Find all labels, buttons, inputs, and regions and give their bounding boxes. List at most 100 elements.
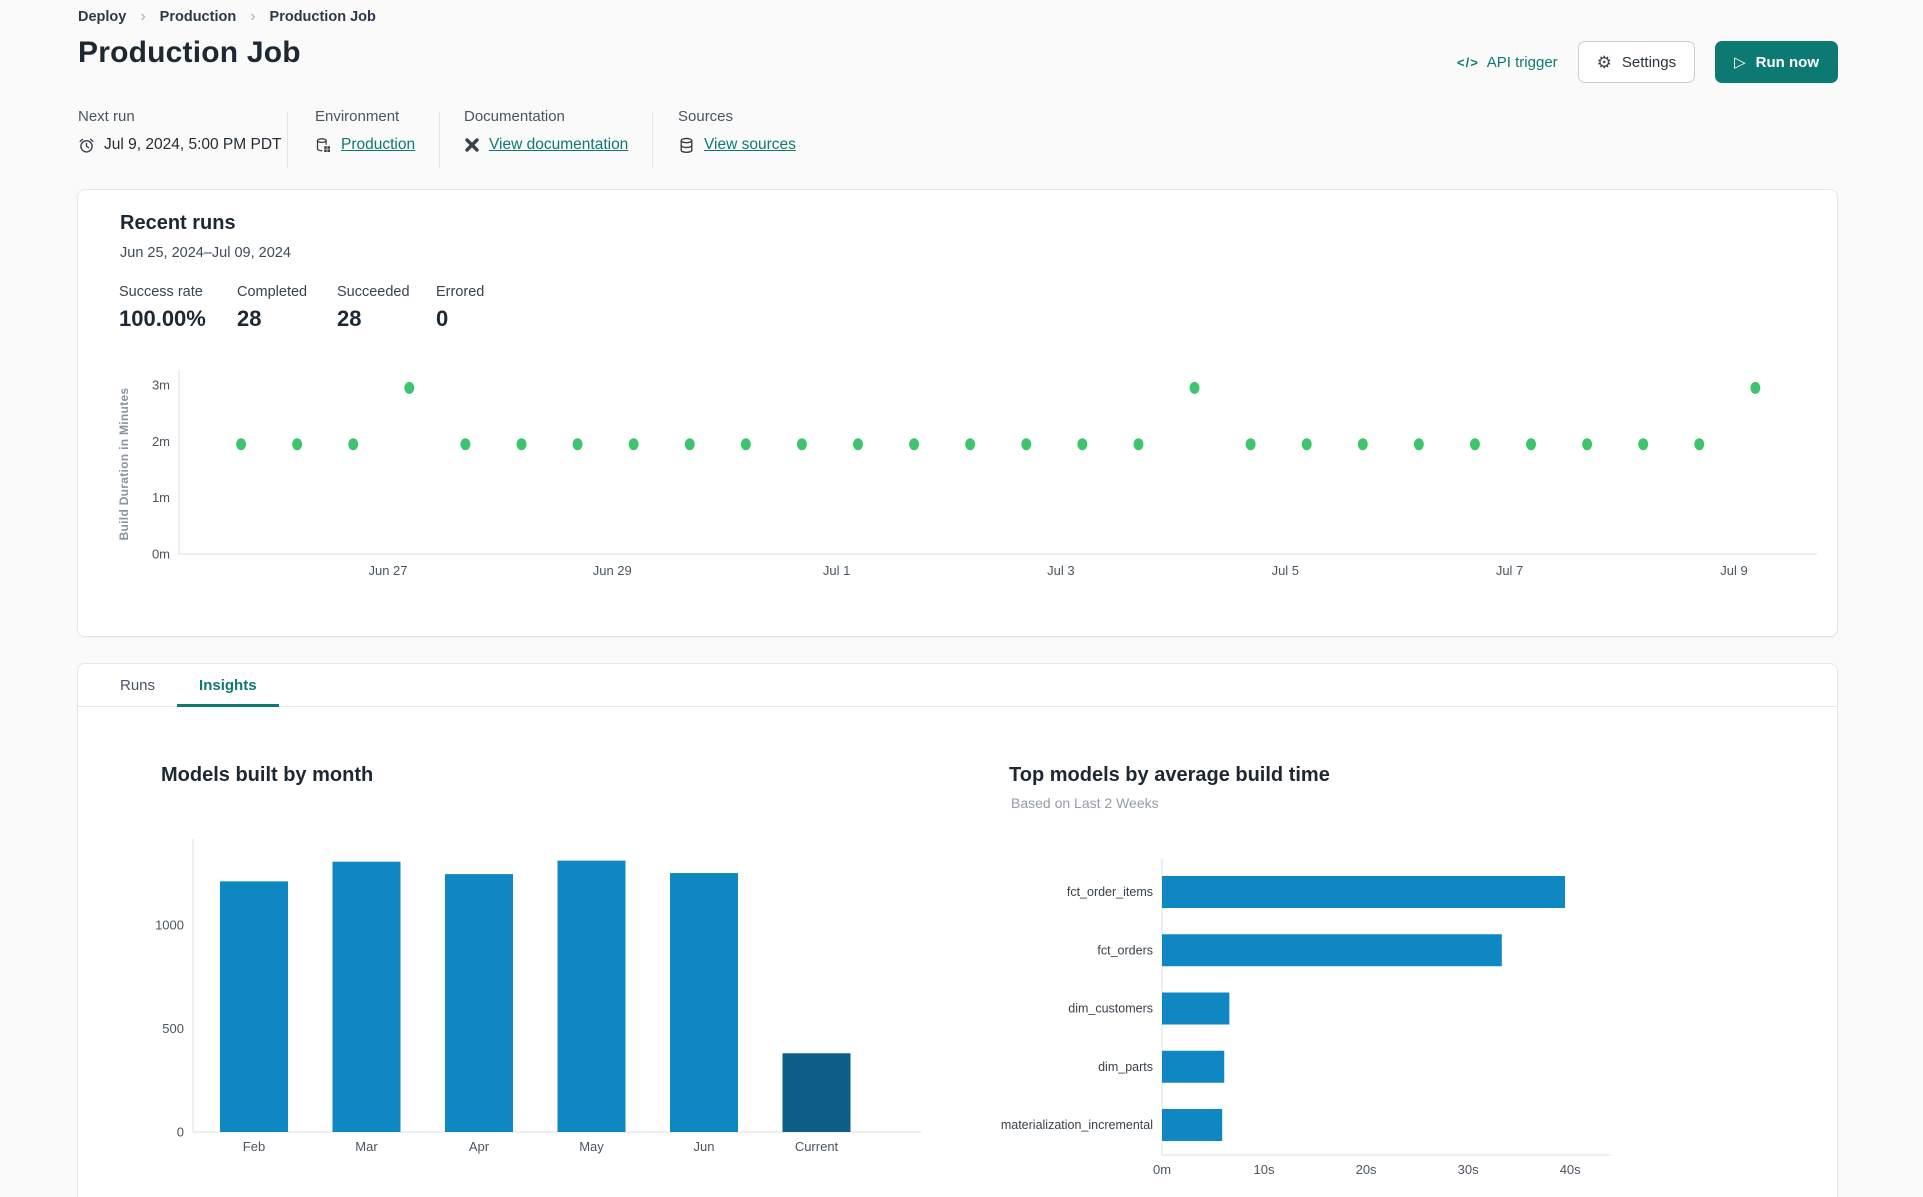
x-tick-label: Jun 29 [593, 563, 632, 578]
play-icon: ▷ [1734, 54, 1746, 71]
settings-label: Settings [1621, 53, 1677, 71]
environment-label: Environment [315, 108, 400, 125]
model-name-label: dim_customers [1068, 1002, 1153, 1016]
build-duration-scatter-chart: 3m 2m 1m 0m Jun 27 Jun 29 Jul 1 Jul 3 Jul 5 Jul 7… [141, 369, 1831, 584]
divider [652, 112, 653, 168]
recent-runs-title: Recent runs [120, 212, 236, 234]
run-scatter-point[interactable] [236, 438, 247, 451]
breadcrumb-item-current: Production Job [269, 9, 376, 25]
y-tick-label: 500 [162, 1021, 184, 1036]
scatter-y-axis-label: Build Duration in Minutes [117, 387, 131, 541]
x-category-label: Jun [694, 1139, 715, 1154]
tab-insights[interactable]: Insights [177, 664, 279, 707]
models-by-month-title: Models built by month [161, 764, 374, 786]
environment-link[interactable]: Production [341, 136, 415, 154]
month-bar [445, 874, 513, 1132]
view-documentation-link[interactable]: View documentation [489, 136, 628, 154]
x-category-label: Mar [355, 1139, 378, 1154]
stat-value: 28 [237, 306, 262, 331]
run-scatter-point[interactable] [1189, 381, 1200, 394]
run-scatter-point[interactable] [909, 438, 920, 451]
y-tick-label: 3m [152, 378, 170, 393]
tab-runs[interactable]: Runs [98, 664, 177, 707]
y-tick-label: 1000 [155, 917, 184, 932]
run-scatter-point[interactable] [684, 438, 695, 451]
model-name-label: fct_order_items [1067, 885, 1153, 899]
x-tick-label: 0m [1153, 1162, 1171, 1177]
run-scatter-point[interactable] [1245, 438, 1256, 451]
run-now-button[interactable]: ▷ Run now [1715, 41, 1838, 83]
models-by-month-chart: 0 500 1000 Feb Mar Apr May Jun Current [151, 831, 946, 1191]
run-scatter-point[interactable] [1357, 438, 1368, 451]
stat-label: Succeeded [337, 284, 410, 300]
run-scatter-point[interactable] [516, 438, 527, 451]
stat-label: Completed [237, 284, 308, 300]
month-bar [670, 873, 738, 1132]
run-scatter-point[interactable] [740, 438, 751, 451]
settings-button[interactable]: ⚙ Settings [1577, 41, 1696, 83]
run-scatter-point[interactable] [1021, 438, 1032, 451]
x-tick-label: Jul 1 [823, 563, 850, 578]
x-tick-label: 10s [1254, 1162, 1275, 1177]
stat-completed: Completed 28 [237, 284, 307, 332]
month-bar [332, 861, 401, 1132]
x-tick-label: Jul 7 [1496, 563, 1523, 578]
run-scatter-point[interactable] [460, 438, 471, 451]
run-scatter-point[interactable] [1750, 381, 1761, 394]
run-scatter-point[interactable] [628, 438, 639, 451]
x-category-label: Current [795, 1139, 839, 1154]
run-scatter-point[interactable] [1694, 438, 1705, 451]
database-icon [680, 137, 693, 153]
run-scatter-point[interactable] [965, 438, 976, 451]
x-category-label: May [579, 1139, 604, 1154]
recent-runs-date-range: Jun 25, 2024–Jul 09, 2024 [120, 245, 291, 261]
run-scatter-point[interactable] [1638, 438, 1649, 451]
run-scatter-point[interactable] [853, 438, 864, 451]
run-scatter-point[interactable] [1413, 438, 1424, 451]
run-scatter-point[interactable] [1582, 438, 1593, 451]
y-tick-label: 0m [152, 547, 170, 562]
breadcrumb-item-deploy[interactable]: Deploy [78, 9, 126, 25]
run-scatter-point[interactable] [1133, 438, 1144, 451]
run-scatter-point[interactable] [1469, 438, 1480, 451]
top-models-chart: 0m 10s 20s 30s 40s fct_order_items fct_ordersd… [981, 841, 1681, 1191]
run-scatter-point[interactable] [796, 438, 807, 451]
recent-runs-card: Recent runs Jun 25, 2024–Jul 09, 2024 Su… [77, 189, 1838, 637]
stat-succeeded: Succeeded 28 [337, 284, 410, 332]
chevron-right-icon: › [140, 8, 146, 25]
page-title: Production Job [78, 36, 301, 69]
run-scatter-point[interactable] [1301, 438, 1312, 451]
breadcrumb-item-production[interactable]: Production [160, 9, 237, 25]
model-name-label: fct_orders [1097, 943, 1153, 957]
run-scatter-point[interactable] [292, 438, 303, 451]
chevron-right-icon: › [250, 8, 256, 25]
model-build-time-bar [1162, 1109, 1223, 1141]
model-build-time-bar [1162, 934, 1502, 967]
top-models-title: Top models by average build time [1009, 764, 1330, 786]
api-trigger-link[interactable]: </> API trigger [1457, 54, 1558, 71]
info-documentation: Documentation View documentation [464, 108, 628, 154]
next-run-label: Next run [78, 108, 135, 125]
run-scatter-point[interactable] [348, 438, 359, 451]
x-tick-label: 40s [1560, 1162, 1581, 1177]
x-tick-label: 30s [1458, 1162, 1479, 1177]
run-scatter-point[interactable] [572, 438, 583, 451]
stat-label: Success rate [119, 284, 203, 300]
model-build-time-bar [1162, 1050, 1225, 1083]
job-info-bar: Next run Jul 9, 2024, 5:00 PM PDT Enviro… [0, 108, 1923, 172]
top-models-subtitle: Based on Last 2 Weeks [1011, 795, 1159, 811]
month-bar [782, 1053, 851, 1132]
stat-label: Errored [436, 284, 485, 300]
dbt-docs-icon [465, 138, 479, 152]
job-detail-card: Runs Insights Models built by month 0 500… [77, 663, 1838, 1197]
run-scatter-point[interactable] [404, 381, 415, 394]
view-sources-link[interactable]: View sources [704, 136, 796, 154]
run-scatter-point[interactable] [1526, 438, 1537, 451]
model-build-time-bar [1162, 876, 1566, 908]
x-tick-label: 20s [1356, 1162, 1377, 1177]
run-scatter-point[interactable] [1077, 438, 1088, 451]
gear-icon: ⚙ [1596, 52, 1612, 72]
y-tick-label: 0 [177, 1125, 184, 1140]
scatter-svg: 3m 2m 1m 0m Jun 27 Jun 29 Jul 1 Jul 3 Jul 5 Jul 7… [152, 371, 1817, 578]
x-tick-label: Jul 3 [1047, 563, 1074, 578]
